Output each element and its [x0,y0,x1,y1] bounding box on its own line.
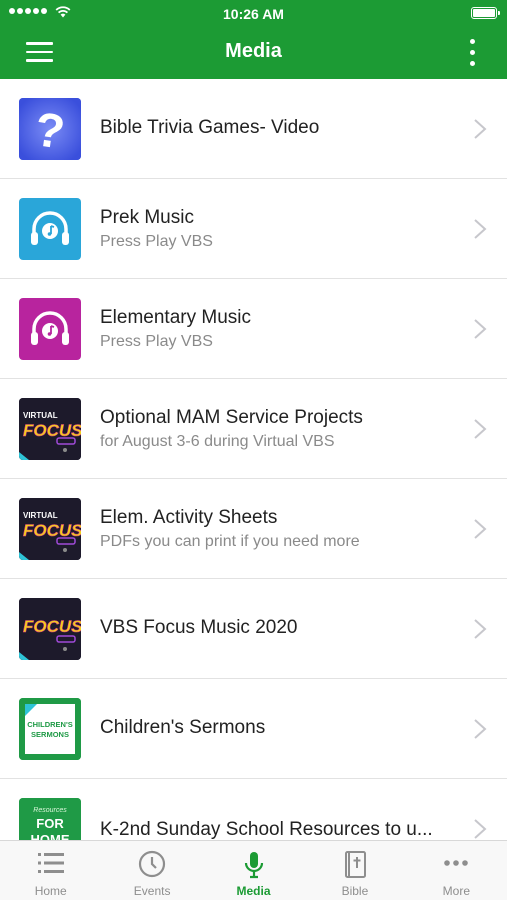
tab-label: Events [133,884,171,898]
focus-art: FOCUS [19,598,81,660]
status-bar: 10:26 AM [0,0,507,28]
svg-text:Resources: Resources [33,807,67,814]
media-item-title: Children's Sermons [100,717,266,738]
chevron-right-icon [474,819,487,839]
media-item-subtitle: PDFs you can print if you need more [100,533,360,550]
status-time: 10:26 AM [223,6,284,22]
chevron-right-icon [474,519,487,539]
svg-text:SERMONS: SERMONS [31,730,69,739]
media-item-title: Elem. Activity Sheets [100,507,278,528]
media-item-mam-service-projects[interactable]: VIRTUAL FOCUS Optional MAM Service Proje… [0,379,507,479]
headphones-icon [19,298,81,360]
svg-text:HOME: HOME [31,832,70,840]
svg-text:FOR: FOR [36,816,64,831]
tab-label: Bible [341,884,369,898]
media-item-subtitle: Press Play VBS [100,233,213,250]
clock-icon [139,850,166,878]
media-item-k2-sunday-school[interactable]: Resources FOR HOME K-2nd Sunday School R… [0,779,507,840]
virtual-focus-art: VIRTUAL FOCUS [19,498,81,560]
childrens-sermons-art: CHILDREN'S SERMONS [19,698,81,760]
for-home-art: Resources FOR HOME [19,798,81,840]
media-item-activity-sheets[interactable]: VIRTUAL FOCUS Elem. Activity Sheets PDFs… [0,479,507,579]
svg-text:VIRTUAL: VIRTUAL [23,411,58,420]
media-item-bible-trivia[interactable]: ? Bible Trivia Games- Video [0,79,507,179]
question-mark-icon: ? [19,98,81,160]
list-icon [37,853,64,873]
chevron-right-icon [474,319,487,339]
media-item-title: Bible Trivia Games- Video [100,117,320,138]
tab-more[interactable]: More [406,841,507,900]
tab-label: Media [236,884,271,898]
tab-bible[interactable]: Bible [304,841,405,900]
battery-icon [471,7,500,19]
svg-text:FOCUS: FOCUS [23,617,81,636]
chevron-right-icon [474,419,487,439]
svg-text:VIRTUAL: VIRTUAL [23,511,58,520]
tab-home[interactable]: Home [0,841,101,900]
chevron-right-icon [474,219,487,239]
bible-icon [344,851,366,878]
chevron-right-icon [474,619,487,639]
tab-label: More [442,884,470,898]
media-item-subtitle: Press Play VBS [100,333,213,350]
tab-media[interactable]: Media [203,841,304,900]
chevron-right-icon [474,719,487,739]
media-item-title: Optional MAM Service Projects [100,407,363,428]
media-item-title: VBS Focus Music 2020 [100,617,298,638]
nav-bar: Media [0,28,507,79]
page-title: Media [225,40,282,62]
tab-bar: Home Events Media Bible More [0,840,507,900]
media-item-prek-music[interactable]: Prek Music Press Play VBS [0,179,507,279]
more-options-icon[interactable] [469,39,477,67]
top-bar: 10:26 AM Media [0,0,507,79]
tab-label: Home [34,884,67,898]
tab-events[interactable]: Events [101,841,202,900]
media-item-title: Elementary Music [100,307,251,328]
media-item-elementary-music[interactable]: Elementary Music Press Play VBS [0,279,507,379]
media-item-title: K-2nd Sunday School Resources to u... [100,819,433,840]
chevron-right-icon [474,119,487,139]
more-dots-icon [444,860,469,866]
svg-text:FOCUS: FOCUS [23,421,81,440]
media-list: ? Bible Trivia Games- Video Prek Music P… [0,79,507,840]
media-item-vbs-focus-music[interactable]: FOCUS VBS Focus Music 2020 [0,579,507,679]
virtual-focus-art: VIRTUAL FOCUS [19,398,81,460]
headphones-icon [19,198,81,260]
microphone-icon [244,852,263,879]
media-item-subtitle: for August 3-6 during Virtual VBS [100,433,335,450]
media-item-title: Prek Music [100,207,194,228]
svg-text:CHILDREN'S: CHILDREN'S [27,720,73,729]
media-item-childrens-sermons[interactable]: CHILDREN'S SERMONS Children's Sermons [0,679,507,779]
svg-text:FOCUS: FOCUS [23,521,81,540]
